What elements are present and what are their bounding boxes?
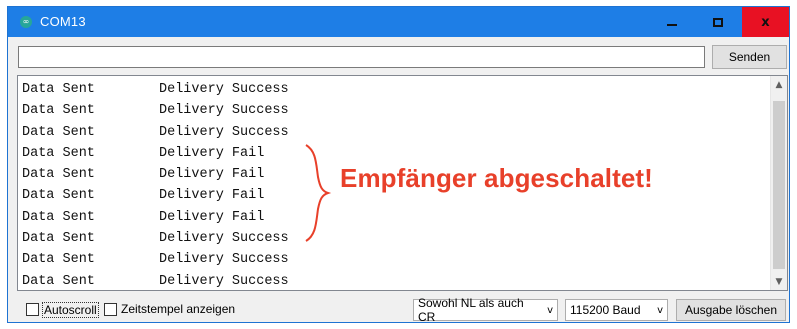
output-line-result: Delivery Success [159, 252, 289, 268]
autoscroll-checkbox[interactable] [26, 303, 39, 316]
output-line-result: Delivery Success [159, 231, 289, 247]
output-line-result: Delivery Fail [159, 188, 265, 204]
output-line: Data Sent Delivery Fail [22, 185, 289, 206]
chevron-down-icon: v [547, 304, 553, 316]
output-line: Data Sent Delivery Fail [22, 143, 289, 164]
output-line-status: Data Sent [22, 167, 95, 183]
output-line-status: Data Sent [22, 82, 95, 97]
baud-rate-select[interactable]: 115200 Baud v [565, 299, 668, 321]
curly-brace-icon [305, 144, 332, 242]
output-line: Data Sent Delivery Fail [22, 164, 289, 185]
baud-rate-value: 115200 Baud [570, 303, 641, 317]
output-line-status: Data Sent [22, 188, 95, 204]
output-line-result: Delivery Fail [159, 167, 265, 183]
minimize-button[interactable] [650, 7, 694, 37]
scroll-down-icon[interactable]: ▼ [771, 273, 787, 290]
output-line-status: Data Sent [22, 145, 95, 161]
scroll-thumb[interactable] [773, 101, 785, 269]
output-line: Data Sent Delivery Success [22, 100, 289, 121]
output-line-status: Data Sent [22, 231, 95, 247]
line-ending-value: Sowohl NL als auch CR [418, 296, 524, 324]
output-line: Data Sent Delivery Success [22, 122, 289, 143]
arduino-app-icon: ∞ [20, 16, 32, 28]
output-line-status: Data Sent [22, 103, 95, 119]
timestamp-label[interactable]: Zeitstempel anzeigen [121, 302, 235, 316]
send-input[interactable] [18, 46, 705, 68]
window-title: COM13 [40, 14, 86, 29]
timestamp-checkbox[interactable] [104, 303, 117, 316]
clear-output-button[interactable]: Ausgabe löschen [676, 299, 786, 321]
output-line: Data Sent Delivery Fail [22, 207, 289, 228]
title-bar[interactable]: ∞ COM13 x [8, 7, 789, 37]
output-line: Data Sent Delivery Success [22, 79, 289, 100]
serial-monitor-window: ∞ COM13 x Senden Data Sent Delivery Succe… [7, 6, 790, 324]
scroll-up-icon[interactable]: ▲ [771, 76, 787, 93]
output-line-status: Data Sent [22, 209, 95, 225]
output-line-status: Data Sent [22, 124, 95, 140]
send-button[interactable]: Senden [712, 45, 787, 69]
output-line-result: Delivery Success [159, 82, 289, 97]
output-line-status: Data Sent [22, 252, 95, 268]
output-line: Data Sent Delivery Success [22, 249, 289, 270]
output-line-result: Delivery Success [159, 273, 289, 289]
output-line-result: Delivery Fail [159, 209, 265, 225]
output-line: Data Sent Delivery Success [22, 228, 289, 249]
maximize-icon [713, 17, 723, 27]
output-line-result: Delivery Success [159, 103, 289, 119]
output-lines: Data Sent Delivery Success Data Sent Delive… [22, 79, 289, 290]
output-line-status: Data Sent [22, 273, 95, 289]
autoscroll-label[interactable]: Autoscroll [42, 302, 99, 318]
output-line-result: Delivery Fail [159, 145, 265, 161]
close-button[interactable]: x [742, 7, 789, 37]
annotation-text: Empfänger abgeschaltet! [340, 163, 653, 193]
output-line: Data Sent Delivery Success [22, 271, 289, 290]
minimize-icon [667, 24, 677, 26]
output-line-result: Delivery Success [159, 124, 289, 140]
footer-bar: Autoscroll Zeitstempel anzeigen Sowohl N… [8, 295, 789, 324]
close-icon: x [761, 14, 770, 30]
chevron-down-icon: v [657, 304, 663, 316]
vertical-scrollbar[interactable]: ▲ ▼ [770, 76, 787, 290]
line-ending-select[interactable]: Sowohl NL als auch CR v [413, 296, 558, 324]
maximize-button[interactable] [696, 7, 740, 37]
